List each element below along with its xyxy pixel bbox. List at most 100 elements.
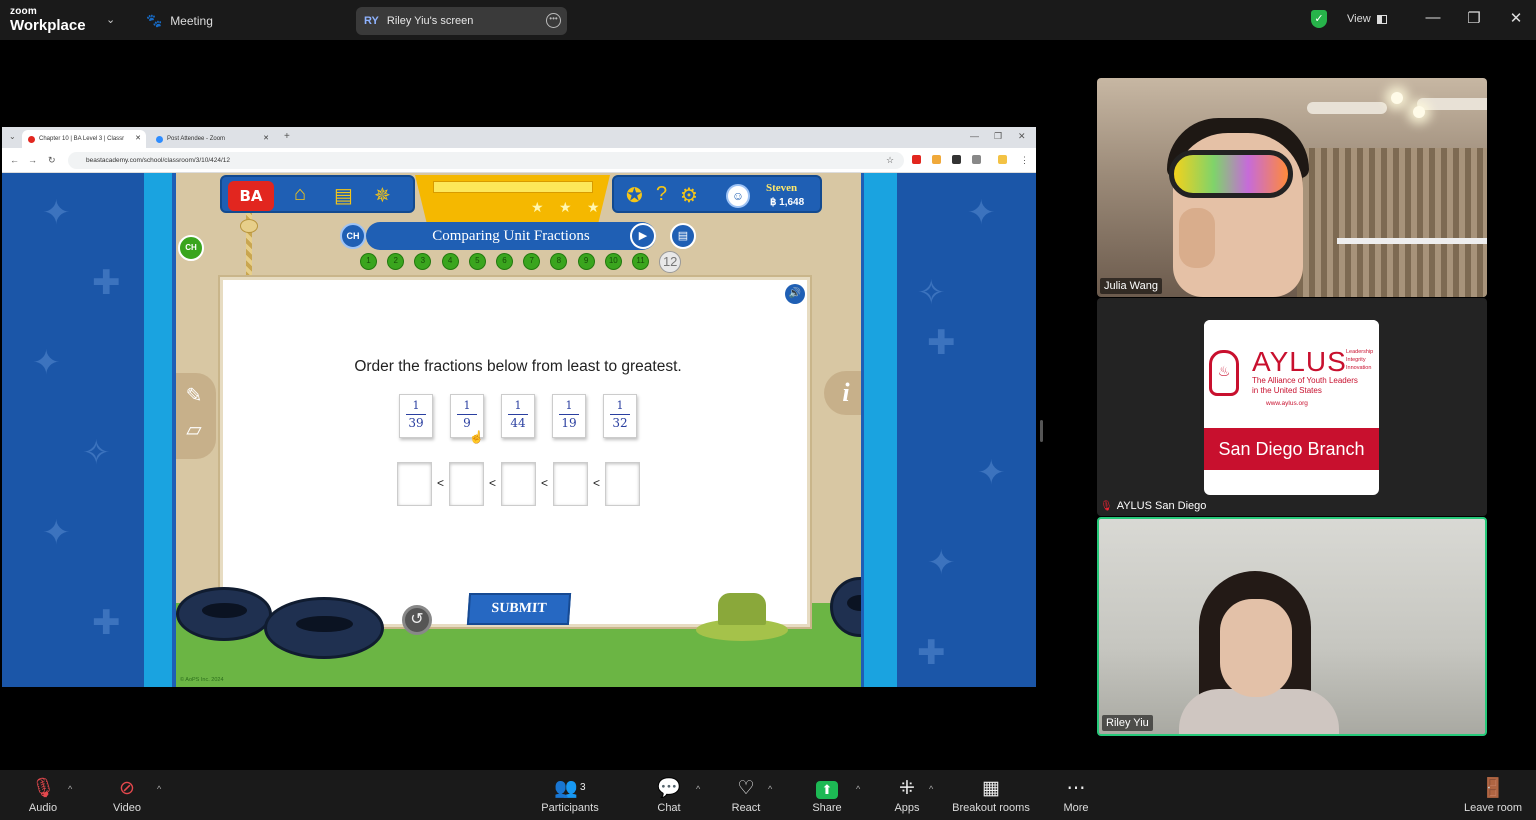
guide-book-icon[interactable]: ▤ [670,223,696,249]
decor-shape-icon: ✦ [42,194,71,232]
fraction-card[interactable]: 1 39 [399,394,433,438]
settings-gear-icon[interactable]: ⚙ [680,183,698,208]
window-close-icon[interactable]: ✕ [1018,131,1026,142]
answer-slot[interactable] [449,462,484,506]
extension-icon[interactable] [998,155,1007,164]
progress-step[interactable]: 10 [604,253,622,270]
ruler-icon[interactable]: ▱ [186,419,201,441]
audio-options-caret-icon[interactable]: ^ [68,784,72,794]
react-options-caret-icon[interactable]: ^ [768,784,772,794]
video-button[interactable]: ⊘ Video [108,777,146,814]
play-video-icon[interactable]: ▶ [630,223,656,249]
reset-icon[interactable]: ↺ [402,605,432,635]
progress-step[interactable]: 9 [577,253,595,270]
chat-button[interactable]: 💬 Chat [652,777,686,814]
close-tab-icon[interactable]: ✕ [263,134,269,142]
info-button[interactable]: i [824,371,861,415]
minimize-icon[interactable]: — [1423,9,1443,26]
share-options-caret-icon[interactable]: ^ [856,784,860,794]
fraction-card[interactable]: 1 19 [552,394,586,438]
back-icon[interactable]: ← [10,155,19,165]
answer-slot[interactable] [553,462,588,506]
help-icon[interactable]: ? [656,183,667,206]
chevron-down-icon[interactable]: ⌄ [106,13,115,26]
user-name[interactable]: Steven [766,182,797,194]
restore-icon[interactable]: ❐ [1464,9,1484,27]
extension-icon[interactable] [932,155,941,164]
progress-step[interactable]: 8 [550,253,568,270]
participants-button[interactable]: 👥 3 Participants [536,777,604,814]
window-minimize-icon[interactable]: — [970,131,979,141]
address-bar[interactable]: beastacademy.com/school/classroom/3/10/4… [68,152,904,169]
more-options-icon[interactable]: ••• [546,13,561,28]
breakout-rooms-button[interactable]: ▦ Breakout rooms [948,777,1034,814]
view-label: View [1347,13,1371,25]
chapter-side-badge[interactable]: CH [178,235,204,261]
new-tab-button[interactable]: + [284,131,290,142]
speaker-icon[interactable]: 🔊 [785,284,805,304]
progress-step[interactable]: 12 [659,251,682,273]
meeting-info-button[interactable]: 🐾 Meeting [146,13,213,29]
progress-step[interactable]: 4 [441,253,459,270]
progress-step[interactable]: 7 [523,253,541,270]
progress-step[interactable]: 6 [496,253,513,270]
zoom-workplace-logo[interactable]: zoom Workplace [10,7,86,34]
splitter-handle[interactable] [1040,420,1043,442]
browser-tab-beast-academy[interactable]: Chapter 10 | BA Level 3 | Classr ✕ [22,130,146,148]
submit-button[interactable]: SUBMIT [466,593,572,625]
apps-button[interactable]: ⁜ Apps [890,777,924,814]
progress-step[interactable]: 11 [632,253,649,270]
close-tab-icon[interactable]: ✕ [135,134,141,142]
video-tile-riley-yiu[interactable]: Riley Yiu [1097,517,1487,736]
video-tile-julia-wang[interactable]: Julia Wang [1097,78,1487,297]
book-icon[interactable]: ▤ [334,183,353,208]
fraction-card[interactable]: 1 32 [603,394,637,438]
answer-slot[interactable] [605,462,640,506]
home-icon[interactable]: ⌂ [294,183,306,206]
apps-options-caret-icon[interactable]: ^ [929,784,933,794]
browser-tab-zoom[interactable]: Post Attendee - Zoom ✕ [150,130,274,148]
monster-icon[interactable]: ✵ [374,183,391,208]
award-icon[interactable]: ✪ [626,183,643,208]
extension-icon[interactable] [912,155,921,164]
beast-academy-logo[interactable]: BA [228,181,274,211]
extensions-puzzle-icon[interactable] [972,155,981,164]
progress-step[interactable]: 5 [468,253,486,270]
answer-slot[interactable] [501,462,536,506]
progress-step[interactable]: 3 [414,253,432,270]
audio-button[interactable]: 🎙 Audio [26,777,60,814]
aylus-website: www.aylus.org [1266,400,1308,407]
close-icon[interactable]: ✕ [1506,9,1526,27]
progress-step[interactable]: 1 [360,253,377,270]
video-off-icon: ⊘ [119,778,135,799]
chat-options-caret-icon[interactable]: ^ [696,784,700,794]
view-button[interactable]: View [1347,13,1387,25]
decor-shape-icon: ✚ [92,604,121,642]
more-button[interactable]: ⋯ More [1058,777,1094,814]
answer-slot[interactable] [397,462,432,506]
react-button[interactable]: ♡ React [728,777,764,814]
user-avatar[interactable]: ☺ [726,184,750,208]
fraction-card[interactable]: 1 44 [501,394,535,438]
tab-search-icon[interactable]: ⌄ [9,132,16,141]
window-restore-icon[interactable]: ❐ [994,131,1002,142]
extension-icon[interactable] [952,155,961,164]
reload-icon[interactable]: ↻ [48,155,56,166]
video-tile-aylus-san-diego[interactable]: ♨ AYLUS Leadership Integrity Innovation … [1097,298,1487,516]
share-button[interactable]: ⬆ Share [808,777,846,814]
paw-icon: 🐾 [146,13,163,28]
bookmark-star-icon[interactable]: ☆ [886,155,894,166]
forward-icon[interactable]: → [28,155,37,165]
zoom-window: zoom Workplace ⌄ 🐾 Meeting RY Riley Yiu'… [0,0,1536,820]
game-nav-left: BA ⌂ ▤ ✵ [220,175,415,213]
left-background-panel: ✦ ✚ ✦ ✧ ✦ ✚ [2,173,144,687]
video-options-caret-icon[interactable]: ^ [157,784,161,794]
screen-share-indicator[interactable]: RY Riley Yiu's screen ••• [356,7,567,35]
shared-screen[interactable]: ⌄ Chapter 10 | BA Level 3 | Classr ✕ Pos… [2,127,1036,687]
browser-menu-icon[interactable]: ⋮ [1020,155,1029,166]
encryption-shield-icon[interactable]: ✓ [1311,10,1327,28]
chapter-badge[interactable]: CH [340,223,366,249]
leave-room-button[interactable]: 🚪 Leave room [1460,777,1526,814]
pencil-icon[interactable]: ✎ [186,385,203,407]
progress-step[interactable]: 2 [387,253,405,270]
